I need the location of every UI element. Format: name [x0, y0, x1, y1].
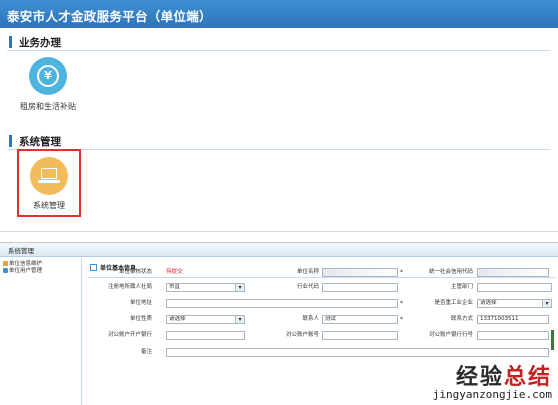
key-industry-select[interactable]: 请选择 [477, 299, 552, 308]
portal-panel: 泰安市人才金政服务平台（单位端） 业务办理 ¥ 租房和生活补贴 系统管理 系统管… [0, 0, 558, 232]
bank-no-input[interactable] [477, 331, 549, 340]
form-divider [88, 277, 556, 278]
scrollbar-thumb[interactable] [551, 330, 554, 350]
supervisor-input[interactable] [477, 283, 552, 292]
section-system: 系统管理 [7, 133, 550, 150]
nav-tree: 单位信息维护 单位用户管理 [0, 258, 82, 405]
unit-name-label: 单位名称 [296, 269, 319, 275]
supervisor-label: 主管部门 [450, 284, 473, 290]
address-input[interactable] [166, 299, 398, 308]
tile-system-management-label: 系统管理 [33, 201, 65, 210]
folder-icon [3, 261, 8, 266]
audit-status-value: 待提交 [166, 269, 183, 275]
section-business-title: 业务办理 [19, 37, 61, 49]
tab-bar: 系统管理 [0, 243, 558, 257]
reg-place-select[interactable]: 市直 [166, 283, 245, 292]
industry-code-input[interactable] [322, 283, 398, 292]
yen-coin-icon: ¥ [29, 57, 67, 95]
tree-item-unit-info[interactable]: 单位信息维护 [3, 261, 42, 268]
watermark-url: jingyanzongjie.com [432, 388, 552, 401]
bank-input[interactable] [166, 331, 245, 340]
app-title: 泰安市人才金政服务平台（单位端） [7, 9, 212, 24]
tree-item-label: 单位用户管理 [9, 268, 43, 274]
phone-input[interactable]: 13371003511 [477, 315, 549, 324]
contact-label: 联系人 [302, 316, 319, 322]
phone-label: 联系方式 [450, 316, 473, 322]
tile-system-management[interactable]: 系统管理 [17, 149, 81, 217]
reg-place-label: 注册地所属人社局 [107, 284, 152, 290]
account-input[interactable] [322, 331, 398, 340]
remark-label: 备注 [140, 349, 152, 355]
bank-label: 对公账户开户银行 [107, 332, 152, 338]
credit-code-input[interactable] [477, 268, 549, 277]
section-system-title: 系统管理 [19, 136, 61, 148]
watermark-title: 经验总结 [455, 364, 552, 390]
section-marker [9, 135, 12, 147]
remark-input[interactable] [166, 348, 549, 357]
bank-no-label: 对公账户银行行号 [428, 332, 473, 338]
tile-rent-subsidy-label: 租房和生活补贴 [20, 102, 76, 111]
account-label: 对公账户账号 [285, 332, 319, 338]
nature-label: 单位性质 [129, 316, 152, 322]
contact-input[interactable]: 测试 [322, 315, 398, 324]
address-label: 单位地址 [129, 300, 152, 306]
section-business: 业务办理 [7, 34, 550, 51]
nature-select[interactable]: 请选择 [166, 315, 245, 324]
tab-system-management[interactable]: 系统管理 [8, 245, 34, 255]
watermark: 经验总结 jingyanzongjie.com [433, 366, 552, 401]
credit-code-label: 统一社会信用代码 [428, 269, 473, 275]
audit-status-label: 单位审核状态 [118, 269, 152, 275]
user-icon [3, 268, 8, 273]
tile-rent-subsidy[interactable]: ¥ 租房和生活补贴 [15, 57, 81, 113]
section-marker [9, 36, 12, 48]
unit-name-input[interactable] [322, 268, 398, 277]
tree-item-label: 单位信息维护 [9, 261, 43, 267]
industry-code-label: 行业代码 [296, 284, 319, 290]
laptop-icon [30, 157, 68, 195]
tree-item-unit-users[interactable]: 单位用户管理 [3, 268, 42, 275]
app-header: 泰安市人才金政服务平台（单位端） [0, 0, 558, 28]
key-industry-label: 是否重工业企业 [434, 300, 473, 306]
